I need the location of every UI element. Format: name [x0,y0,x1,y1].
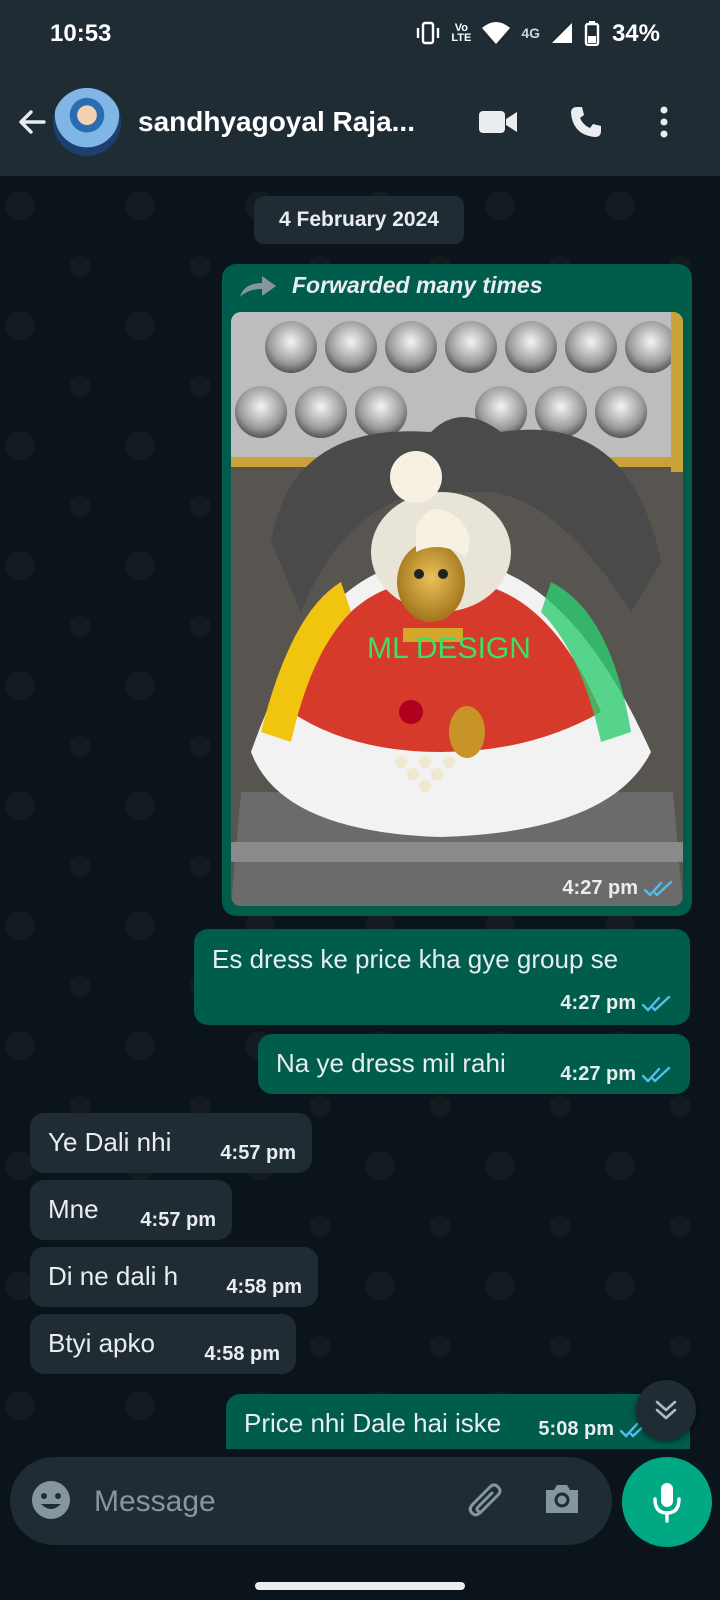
signal-icon [552,23,572,43]
video-call-icon [479,111,517,133]
gesture-nav-handle[interactable] [255,1582,465,1590]
volte-icon: Vo LTE [451,23,472,44]
message-meta: 5:08 pm [538,1418,650,1441]
avatar[interactable] [53,88,121,156]
scroll-to-bottom-button[interactable] [636,1380,696,1440]
forwarded-label: Forwarded many times [292,272,543,298]
photo-illustration [231,312,683,906]
outgoing-message[interactable]: Price nhi Dale hai iske 5:08 pm [226,1394,690,1449]
message-text: Btyi apko [48,1328,155,1358]
message-time: 4:58 pm [226,1276,302,1298]
contact-name[interactable]: sandhyagoyal Raja... [138,106,415,138]
message-photo[interactable]: ML DESIGN [231,312,683,906]
video-call-button[interactable] [476,100,520,144]
message-input[interactable] [92,1475,426,1529]
chat-header: sandhyagoyal Raja... [0,70,720,176]
phone-icon [571,107,601,137]
message-time: 4:57 pm [140,1209,216,1231]
vibrate-icon [417,21,440,45]
read-ticks-icon [642,995,671,1012]
status-icons: Vo LTE 4G [415,20,600,46]
photo-message[interactable]: Forwarded many times ML DESIGN 4:27 pm [222,264,692,916]
message-meta: 4:58 pm [204,1343,280,1366]
double-chevron-down-icon [655,1400,677,1420]
message-text: Di ne dali h [48,1261,179,1291]
mic-icon [653,1483,681,1523]
emoji-icon[interactable] [30,1479,72,1521]
message-time: 4:27 pm [560,1063,636,1085]
message-time: 4:58 pm [204,1343,280,1365]
message-composer [10,1457,612,1545]
battery-icon [584,21,600,46]
message-meta: 4:27 pm [560,992,672,1015]
message-meta: 4:58 pm [226,1276,302,1299]
message-time: 5:08 pm [538,1418,614,1440]
incoming-message[interactable]: Ye Dali nhi 4:57 pm [30,1113,312,1173]
outgoing-message[interactable]: Na ye dress mil rahi 4:27 pm [258,1034,690,1094]
status-time: 10:53 [50,20,112,47]
message-meta: 4:57 pm [220,1142,296,1165]
forward-icon [240,275,276,297]
incoming-message[interactable]: Btyi apko 4:58 pm [30,1314,296,1374]
more-options-button[interactable] [642,100,686,144]
battery-percentage: 34% [611,20,660,47]
message-meta: 4:57 pm [140,1209,216,1232]
incoming-message[interactable]: Di ne dali h 4:58 pm [30,1247,318,1307]
wifi-icon [482,22,511,44]
read-ticks-icon [644,880,673,897]
read-ticks-icon [642,1066,671,1083]
incoming-message[interactable]: Mne 4:57 pm [30,1180,232,1240]
message-time: 4:27 pm [562,877,638,899]
message-time: 4:57 pm [220,1142,296,1164]
mic-button[interactable] [622,1457,712,1547]
photo-meta: 4:27 pm [562,877,674,900]
message-time: 4:27 pm [560,992,636,1014]
date-chip: 4 February 2024 [254,196,464,244]
network-type-label: 4G [521,25,540,41]
camera-icon[interactable] [542,1479,582,1519]
message-text: Price nhi Dale hai iske [244,1408,502,1438]
message-text: Ye Dali nhi [48,1127,172,1157]
composer-area [0,1449,720,1600]
message-text: Mne [48,1194,99,1224]
outgoing-message[interactable]: Es dress ke price kha gye group se 4:27 … [194,929,690,1025]
attach-icon[interactable] [462,1479,504,1521]
chat-area[interactable]: 4 February 2024 Forwarded many times ML … [0,176,720,1449]
message-meta: 4:27 pm [560,1063,672,1086]
voice-call-button[interactable] [564,100,608,144]
volte-bottom-label: LTE [451,32,472,44]
more-vert-icon [660,106,668,138]
forwarded-row: Forwarded many times [238,272,543,299]
message-text: Na ye dress mil rahi [276,1048,506,1078]
photo-watermark: ML DESIGN [367,632,531,665]
back-arrow-icon[interactable] [14,104,50,140]
message-text: Es dress ke price kha gye group se [212,944,619,974]
status-bar: 10:53 Vo LTE 4G 34% [0,0,720,70]
